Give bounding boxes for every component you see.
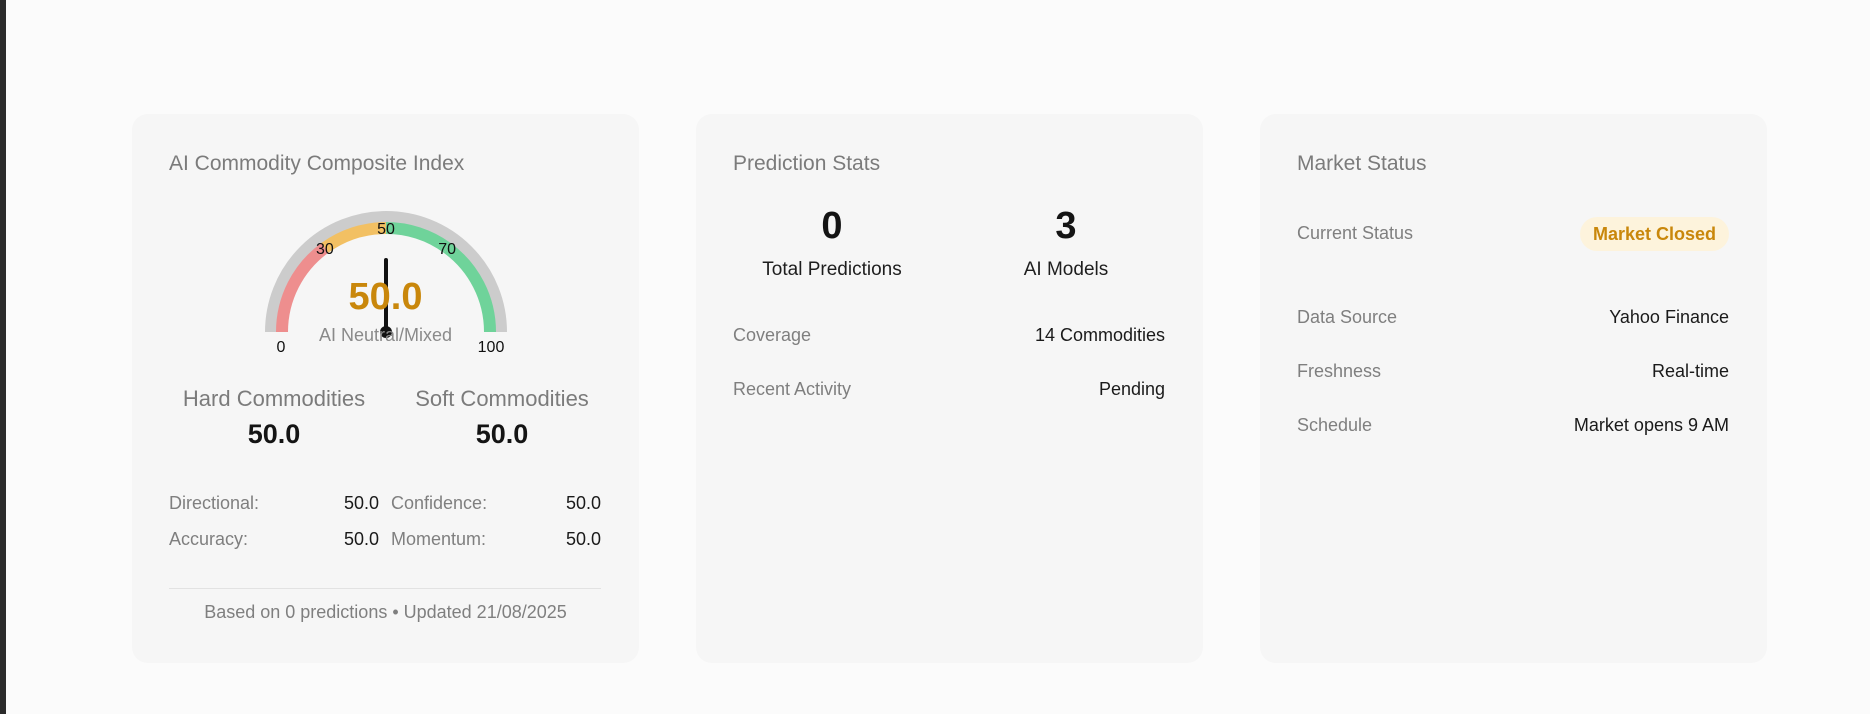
market-status-badge: Market Closed	[1579, 217, 1729, 251]
metric-label-momentum: Momentum:	[391, 529, 487, 549]
gauge-sentiment-label: AI Neutral/Mixed	[318, 325, 453, 345]
soft-commodities-value: 50.0	[475, 419, 529, 449]
card-title: Prediction Stats	[733, 152, 881, 175]
hard-commodities-value: 50.0	[247, 419, 301, 449]
card-title: Market Status	[1297, 152, 1427, 175]
total-predictions-label: Total Predictions	[762, 259, 902, 280]
card-title: AI Commodity Composite Index	[169, 152, 465, 175]
recent-activity-label: Recent Activity	[733, 379, 852, 399]
schedule-label: Schedule	[1297, 415, 1373, 435]
gauge-value: 50.0	[348, 276, 423, 318]
coverage-value: 14 Commodities	[1034, 325, 1165, 345]
gauge-tick-label: 70	[438, 241, 456, 258]
metric-label-directional: Directional:	[169, 493, 260, 513]
market-status-card: Market Status Current Status Market Clos…	[1260, 114, 1767, 663]
composite-index-card: AI Commodity Composite Index 0 30 50 70 100 …	[132, 114, 639, 663]
prediction-stats-card: Prediction Stats 0 Total Predictions 3 A…	[696, 114, 1203, 663]
metric-value-accuracy: 50.0	[343, 529, 379, 549]
freshness-label: Freshness	[1297, 361, 1382, 381]
hard-commodities-label: Hard Commodities	[182, 386, 366, 411]
soft-commodities-label: Soft Commodities	[415, 386, 589, 411]
metric-value-confidence: 50.0	[565, 493, 601, 513]
current-status-label: Current Status	[1297, 223, 1414, 243]
ai-models-value: 3	[1055, 205, 1077, 247]
window-edge	[0, 0, 6, 714]
gauge-tick-label: 30	[316, 241, 334, 258]
metric-label-confidence: Confidence:	[391, 493, 488, 513]
data-source-label: Data Source	[1297, 307, 1398, 327]
total-predictions-value: 0	[821, 205, 843, 247]
metric-value-momentum: 50.0	[565, 529, 601, 549]
freshness-value: Real-time	[1651, 361, 1729, 381]
gauge-tick-label: 50	[377, 221, 395, 238]
data-source-value: Yahoo Finance	[1609, 307, 1729, 327]
footer-divider	[169, 588, 601, 589]
metric-label-accuracy: Accuracy:	[169, 529, 249, 549]
index-footer: Based on 0 predictions • Updated 21/08/2…	[204, 602, 567, 622]
ai-models-label: AI Models	[1023, 259, 1109, 280]
schedule-value: Market opens 9 AM	[1573, 415, 1729, 435]
metric-value-directional: 50.0	[343, 493, 379, 513]
recent-activity-value: Pending	[1098, 379, 1165, 399]
coverage-label: Coverage	[733, 325, 812, 345]
